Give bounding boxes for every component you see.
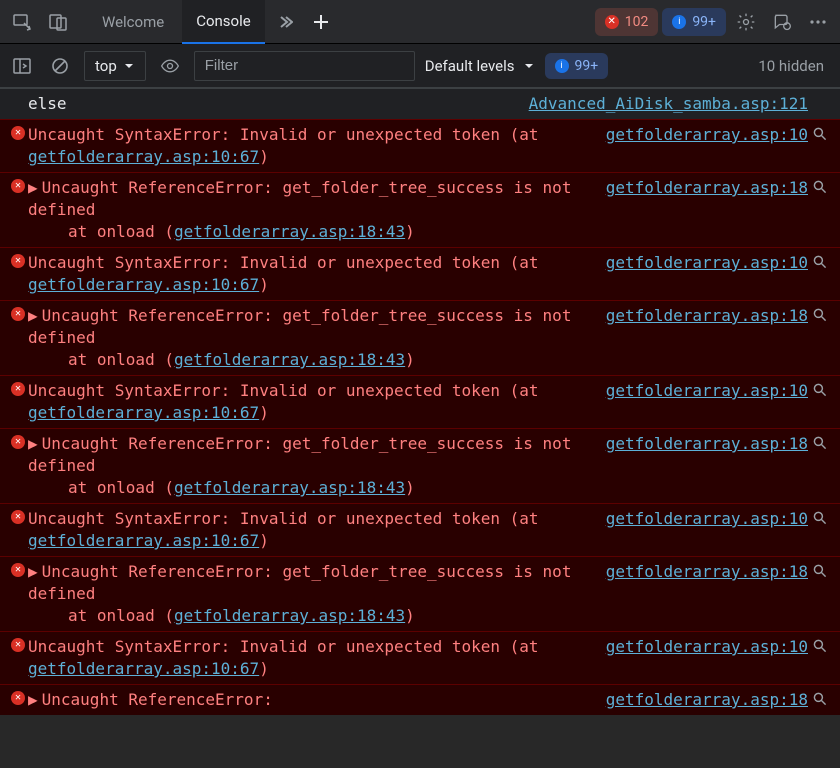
source-link[interactable]: getfolderarray.asp:18 — [594, 305, 808, 327]
info-dot-icon: i — [555, 59, 569, 73]
inspect-element-icon[interactable] — [6, 6, 38, 38]
error-text: Uncaught SyntaxError: Invalid or unexpec… — [28, 508, 594, 552]
source-link[interactable]: getfolderarray.asp:10 — [594, 508, 808, 530]
clear-console-icon[interactable] — [46, 52, 74, 80]
reveal-icon[interactable] — [808, 252, 832, 270]
reveal-icon[interactable] — [808, 508, 832, 526]
stack-link[interactable]: getfolderarray.asp:10:67 — [28, 147, 259, 166]
feedback-icon[interactable] — [766, 6, 798, 38]
error-icon: ✕ — [11, 307, 25, 321]
filter-input[interactable] — [194, 51, 415, 81]
console-messages: elseAdvanced_AiDisk_samba.asp:121✕Uncaug… — [0, 88, 840, 768]
console-error-row: ✕Uncaught SyntaxError: Invalid or unexpe… — [0, 375, 840, 428]
error-icon: ✕ — [11, 435, 25, 449]
error-text: Uncaught SyntaxError: Invalid or unexpec… — [28, 252, 594, 296]
add-tab-icon[interactable] — [305, 6, 337, 38]
disclosure-triangle-icon[interactable]: ▶ — [28, 305, 38, 327]
error-icon: ✕ — [11, 382, 25, 396]
reveal-icon[interactable] — [808, 380, 832, 398]
error-count-badge[interactable]: ✕ 102 — [595, 8, 659, 36]
source-link[interactable]: getfolderarray.asp:10 — [594, 252, 808, 274]
more-tabs-icon[interactable] — [269, 6, 301, 38]
log-levels-select[interactable]: Default levels — [425, 57, 535, 75]
levels-label: Default levels — [425, 57, 515, 75]
device-toolbar-icon[interactable] — [42, 6, 74, 38]
info-count-badge[interactable]: i 99+ — [662, 8, 726, 36]
reveal-icon[interactable] — [808, 636, 832, 654]
disclosure-triangle-icon[interactable]: ▶ — [28, 561, 38, 583]
error-text: ▶Uncaught ReferenceError: — [28, 689, 594, 711]
console-error-row: ✕▶Uncaught ReferenceError: get_folder_tr… — [0, 172, 840, 247]
disclosure-triangle-icon[interactable]: ▶ — [28, 433, 38, 455]
chevron-down-icon — [123, 60, 135, 72]
stack-link[interactable]: getfolderarray.asp:18:43 — [174, 350, 405, 369]
stack-link[interactable]: getfolderarray.asp:18:43 — [174, 606, 405, 625]
source-link[interactable]: Advanced_AiDisk_samba.asp:121 — [517, 93, 808, 115]
tab-console[interactable]: Console — [182, 0, 265, 44]
console-error-row: ✕▶Uncaught ReferenceError: get_folder_tr… — [0, 556, 840, 631]
hidden-messages-count[interactable]: 10 hidden — [758, 57, 832, 75]
reveal-icon[interactable] — [808, 689, 832, 707]
source-link[interactable]: getfolderarray.asp:10 — [594, 380, 808, 402]
issues-count: 99+ — [575, 58, 599, 74]
reveal-icon[interactable] — [808, 433, 832, 451]
console-error-row: ✕Uncaught SyntaxError: Invalid or unexpe… — [0, 119, 840, 172]
execution-context-select[interactable]: top — [84, 51, 146, 81]
error-text: Uncaught SyntaxError: Invalid or unexpec… — [28, 636, 594, 680]
error-text: ▶Uncaught ReferenceError: get_folder_tre… — [28, 433, 594, 499]
disclosure-triangle-icon[interactable]: ▶ — [28, 689, 38, 711]
error-text: Uncaught SyntaxError: Invalid or unexpec… — [28, 124, 594, 168]
info-dot-icon: i — [672, 15, 686, 29]
error-icon: ✕ — [11, 563, 25, 577]
issues-badge[interactable]: i 99+ — [545, 53, 609, 79]
stack-link[interactable]: getfolderarray.asp:18:43 — [174, 478, 405, 497]
info-count: 99+ — [692, 14, 716, 30]
stack-link[interactable]: getfolderarray.asp:10:67 — [28, 659, 259, 678]
console-error-row: ✕Uncaught SyntaxError: Invalid or unexpe… — [0, 631, 840, 684]
reveal-icon[interactable] — [808, 177, 832, 195]
stack-link[interactable]: getfolderarray.asp:10:67 — [28, 403, 259, 422]
reveal-icon[interactable] — [808, 305, 832, 323]
error-icon: ✕ — [11, 126, 25, 140]
reveal-icon[interactable] — [808, 124, 832, 142]
settings-icon[interactable] — [730, 6, 762, 38]
reveal-icon[interactable] — [808, 561, 832, 579]
stack-link[interactable]: getfolderarray.asp:10:67 — [28, 531, 259, 550]
console-error-row: ✕▶Uncaught ReferenceError: get_folder_tr… — [0, 300, 840, 375]
error-text: ▶Uncaught ReferenceError: get_folder_tre… — [28, 305, 594, 371]
error-icon: ✕ — [11, 254, 25, 268]
console-log-row: elseAdvanced_AiDisk_samba.asp:121 — [0, 88, 840, 119]
console-toolbar: top Default levels i 99+ 10 hidden — [0, 44, 840, 88]
source-link[interactable]: getfolderarray.asp:18 — [594, 689, 808, 711]
source-link[interactable]: getfolderarray.asp:18 — [594, 561, 808, 583]
error-icon: ✕ — [11, 691, 25, 705]
disclosure-triangle-icon[interactable]: ▶ — [28, 177, 38, 199]
stack-link[interactable]: getfolderarray.asp:10:67 — [28, 275, 259, 294]
source-link[interactable]: getfolderarray.asp:18 — [594, 177, 808, 199]
more-options-icon[interactable] — [802, 6, 834, 38]
stack-link[interactable]: getfolderarray.asp:18:43 — [174, 222, 405, 241]
live-expression-icon[interactable] — [156, 52, 184, 80]
error-icon: ✕ — [11, 638, 25, 652]
console-error-row: ✕Uncaught SyntaxError: Invalid or unexpe… — [0, 247, 840, 300]
chevron-down-icon — [523, 60, 535, 72]
tab-welcome[interactable]: Welcome — [88, 0, 178, 44]
console-error-row: ✕▶Uncaught ReferenceError:getfolderarray… — [0, 684, 840, 715]
error-text: ▶Uncaught ReferenceError: get_folder_tre… — [28, 561, 594, 627]
source-link[interactable]: getfolderarray.asp:10 — [594, 124, 808, 146]
error-icon: ✕ — [11, 179, 25, 193]
error-text: Uncaught SyntaxError: Invalid or unexpec… — [28, 380, 594, 424]
console-error-row: ✕▶Uncaught ReferenceError: get_folder_tr… — [0, 428, 840, 503]
console-error-row: ✕Uncaught SyntaxError: Invalid or unexpe… — [0, 503, 840, 556]
error-count: 102 — [625, 14, 649, 30]
source-link[interactable]: getfolderarray.asp:18 — [594, 433, 808, 455]
error-text: ▶Uncaught ReferenceError: get_folder_tre… — [28, 177, 594, 243]
error-icon: ✕ — [11, 510, 25, 524]
source-link[interactable]: getfolderarray.asp:10 — [594, 636, 808, 658]
context-value: top — [95, 57, 117, 75]
error-dot-icon: ✕ — [605, 15, 619, 29]
toggle-sidebar-icon[interactable] — [8, 52, 36, 80]
devtools-tabbar: Welcome Console ✕ 102 i 99+ — [0, 0, 840, 44]
log-text: else — [28, 93, 517, 115]
